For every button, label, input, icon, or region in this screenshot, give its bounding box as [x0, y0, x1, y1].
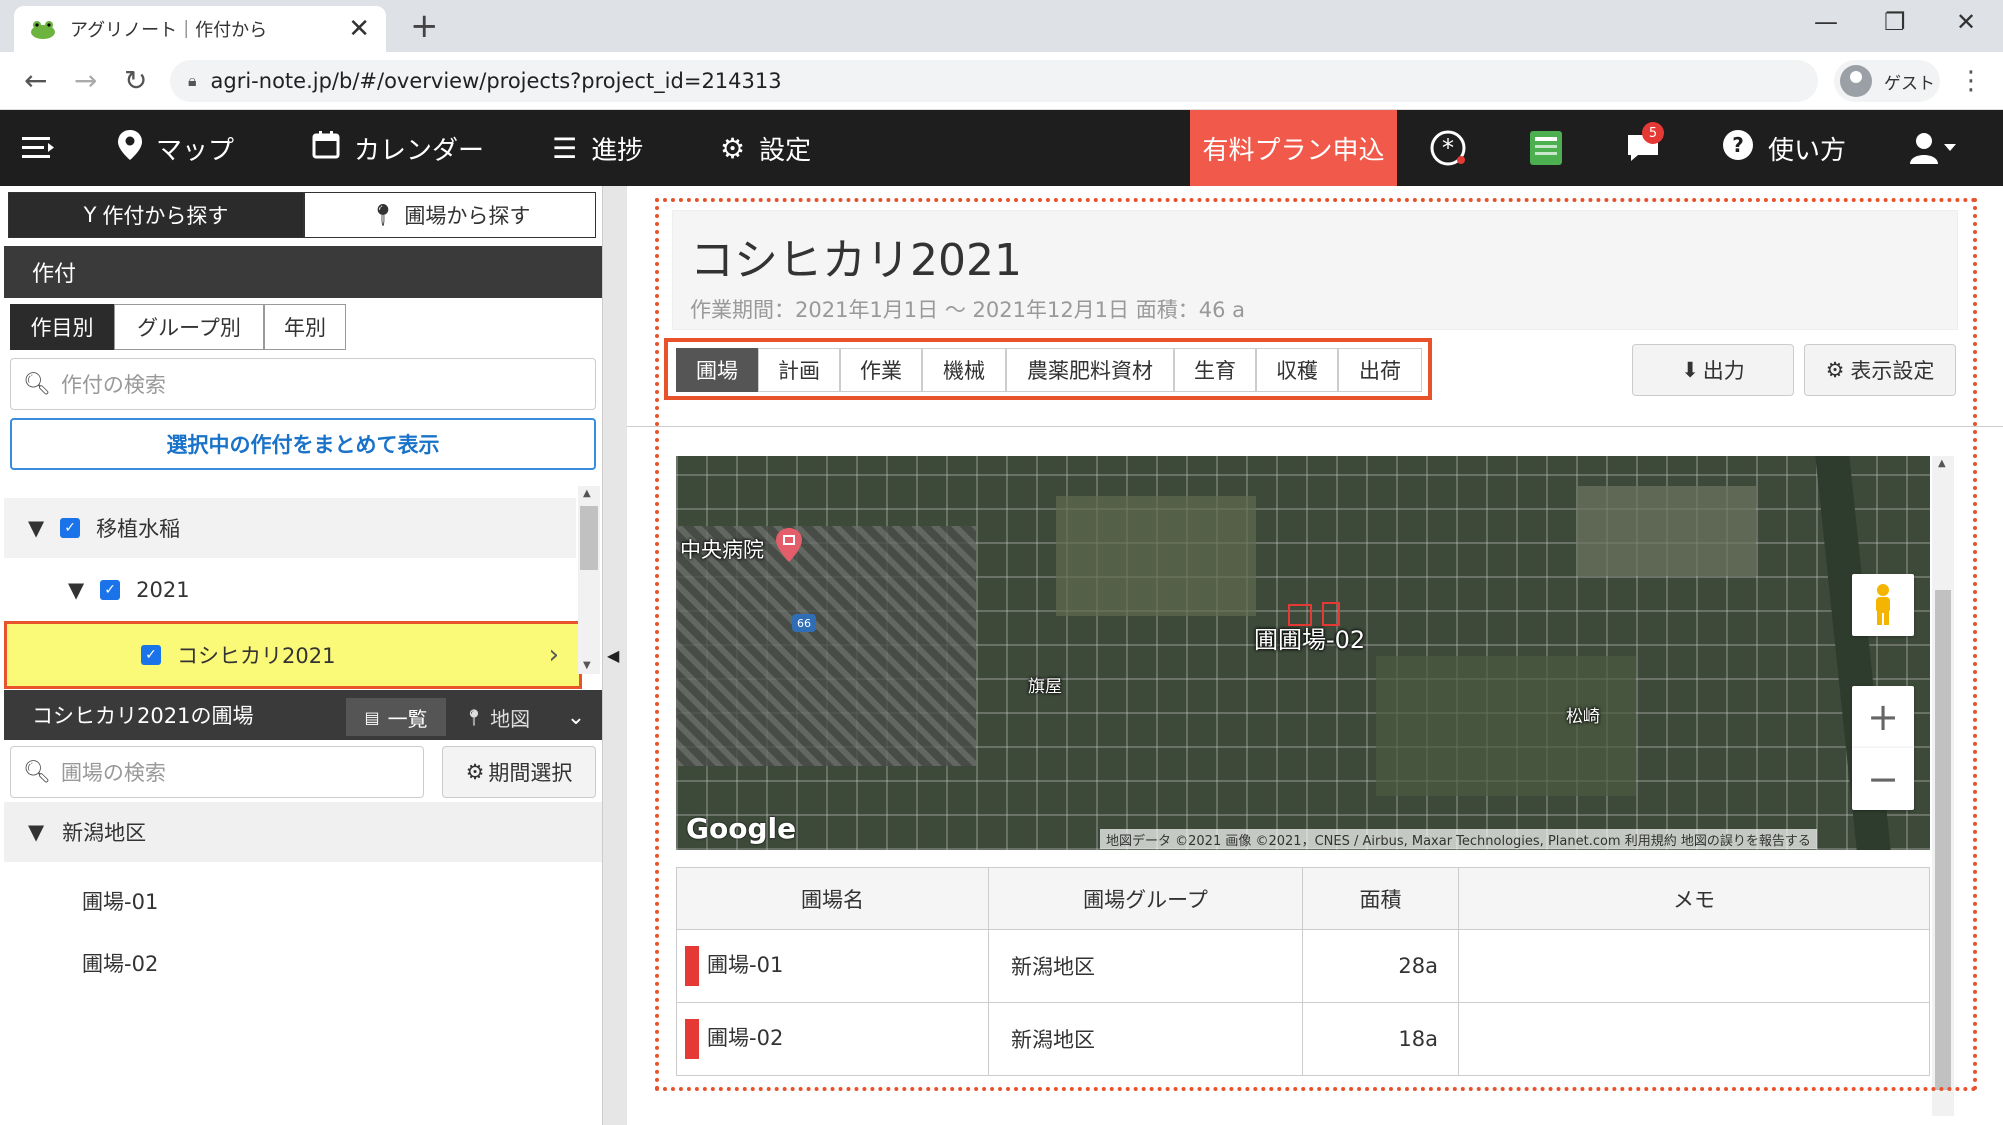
list-view-label: 一覧 [387, 706, 428, 731]
nav-progress-label: 進捗 [591, 135, 644, 166]
crop-search-placeholder: 作付の検索 [60, 373, 166, 397]
green-book-icon[interactable] [1528, 110, 1564, 186]
map-pin-icon [118, 129, 142, 167]
search-icon: 🔍︎ [23, 759, 51, 785]
browser-tab[interactable]: アグリノート｜作付から ✕ [14, 6, 386, 52]
nav-calendar[interactable]: カレンダー [312, 110, 484, 186]
avatar-icon [1840, 65, 1872, 97]
tab-by-crop-type[interactable]: 作目別 [10, 304, 114, 350]
back-arrow-icon[interactable]: ← [24, 64, 47, 97]
area-group-row[interactable]: ▼ 新潟地区 [4, 802, 602, 862]
svg-text:*: * [1442, 134, 1454, 162]
paid-plan-button[interactable]: 有料プラン申込 [1190, 110, 1397, 186]
profile-label: ゲスト [1884, 73, 1935, 94]
browser-tabstrip: アグリノート｜作付から ✕ + — ❐ ✕ [0, 0, 2003, 52]
tree-year-row[interactable]: ▼ ✓ 2021 [4, 560, 576, 620]
tab-by-year[interactable]: 年別 [264, 304, 346, 350]
search-by-crop-button[interactable]: Y 作付から探す [8, 192, 304, 238]
nav-help-label: 使い方 [1768, 135, 1847, 166]
period-select-button[interactable]: ⚙ 期間選択 [442, 746, 596, 798]
nav-map-label: マップ [156, 135, 235, 166]
map-pin-icon: 📍︎ [369, 202, 397, 227]
chevron-right-icon: › [548, 640, 559, 670]
url-text: agri-note.jp/b/#/overview/projects?proje… [210, 69, 782, 93]
search-by-field-label: 圃場から探す [404, 204, 531, 228]
area-group-label: 新潟地区 [62, 821, 147, 845]
tree-scrollbar[interactable]: ▲ ▼ [578, 486, 600, 674]
scroll-down-icon[interactable]: ▼ [583, 660, 591, 671]
nav-map[interactable]: マップ [118, 110, 234, 186]
map-view-button[interactable]: 📍︎ 地図 [446, 698, 548, 736]
sprout-icon: Y [83, 203, 97, 227]
triangle-down-icon: ▼ [28, 820, 45, 844]
field-item[interactable]: 圃場-02 [82, 948, 158, 978]
list-icon: ▤ [364, 707, 380, 727]
nav-calendar-label: カレンダー [354, 135, 485, 166]
show-selected-crops-button[interactable]: 選択中の作付をまとめて表示 [10, 418, 596, 470]
frog-favicon-icon [30, 18, 56, 40]
close-tab-icon[interactable]: ✕ [348, 14, 370, 44]
triangle-down-icon: ▼ [28, 516, 45, 540]
tab-by-group[interactable]: グループ別 [114, 304, 264, 350]
tree-root-row[interactable]: ▼ ✓ 移植水稲 [4, 498, 576, 558]
selected-crop-label: コシヒカリ2021 [177, 644, 336, 668]
checkbox-checked[interactable]: ✓ [141, 645, 161, 665]
nav-progress[interactable]: ☰ 進捗 [552, 110, 643, 186]
menu-toggle-icon[interactable] [22, 110, 56, 186]
list-view-button[interactable]: ▤ 一覧 [346, 698, 446, 736]
gear-icon: ⚙ [465, 760, 485, 784]
user-menu-icon[interactable] [1910, 110, 1960, 186]
nav-help[interactable]: ? 使い方 [1722, 110, 1846, 186]
map-pin-icon: 📍︎ [463, 707, 485, 727]
browser-menu-icon[interactable]: ⋮ [1958, 66, 1984, 96]
collapse-left-icon[interactable]: ◀ [607, 646, 619, 665]
scroll-up-icon[interactable]: ▲ [583, 488, 591, 499]
new-tab-icon[interactable]: + [410, 6, 439, 46]
app-navbar: マップ カレンダー ☰ 進捗 ⚙ 設定 有料プラン申込 * 5 ? 使い方 [0, 110, 2003, 186]
forward-arrow-icon[interactable]: → [74, 64, 97, 97]
field-search-input[interactable]: 🔍︎ 圃場の検索 [10, 746, 424, 798]
profile-button[interactable]: ゲスト [1834, 60, 1940, 102]
selected-crop-row[interactable]: ✓ コシヒカリ2021 › [4, 621, 582, 689]
checkbox-checked[interactable]: ✓ [100, 580, 121, 600]
tree-scrollbar-thumb[interactable] [580, 506, 598, 570]
content-highlight-frame [655, 198, 1977, 1091]
left-panel: Y 作付から探す 📍︎ 圃場から探す 作付 作目別 グループ別 年別 🔍︎ 作付… [0, 186, 603, 1125]
svg-text:?: ? [1732, 133, 1744, 157]
chevron-down-icon[interactable]: ⌄ [558, 698, 594, 736]
nav-settings[interactable]: ⚙ 設定 [720, 110, 811, 186]
field-search-placeholder: 圃場の検索 [60, 761, 166, 785]
search-by-crop-label: 作付から探す [102, 204, 229, 228]
lock-icon: 🔒︎ [188, 71, 197, 90]
crop-search-input[interactable]: 🔍︎ 作付の検索 [10, 358, 596, 410]
asterisk-circle-icon[interactable]: * [1428, 110, 1468, 186]
search-icon: 🔍︎ [23, 371, 51, 397]
panel-collapse-bar[interactable]: ◀ [603, 186, 627, 1125]
window-close-icon[interactable]: ✕ [1956, 8, 1976, 36]
question-circle-icon: ? [1722, 129, 1754, 168]
url-field[interactable]: 🔒︎ agri-note.jp/b/#/overview/projects?pr… [170, 60, 1818, 102]
tab-title: アグリノート｜作付から [70, 20, 268, 41]
checkbox-checked[interactable]: ✓ [60, 518, 81, 538]
tree-year-label: 2021 [136, 578, 190, 602]
list-icon: ☰ [552, 131, 578, 165]
nav-settings-label: 設定 [759, 135, 812, 166]
map-view-label: 地図 [490, 706, 531, 731]
fields-header-label: コシヒカリ2021の圃場 [32, 704, 254, 728]
address-bar-row: ← → ↻ 🔒︎ agri-note.jp/b/#/overview/proje… [0, 52, 2003, 110]
calendar-icon [312, 130, 340, 166]
triangle-down-icon: ▼ [68, 578, 85, 602]
crop-section-header: 作付 [4, 246, 602, 298]
reload-icon[interactable]: ↻ [124, 64, 147, 97]
minimize-icon[interactable]: — [1814, 8, 1838, 36]
gear-icon: ⚙ [720, 131, 746, 165]
tree-root-label: 移植水稲 [96, 517, 181, 541]
restore-icon[interactable]: ❐ [1884, 8, 1906, 36]
period-select-label: 期間選択 [488, 761, 573, 785]
field-item[interactable]: 圃場-01 [82, 886, 158, 916]
notification-badge: 5 [1642, 122, 1664, 144]
search-by-field-button[interactable]: 📍︎ 圃場から探す [304, 192, 596, 238]
